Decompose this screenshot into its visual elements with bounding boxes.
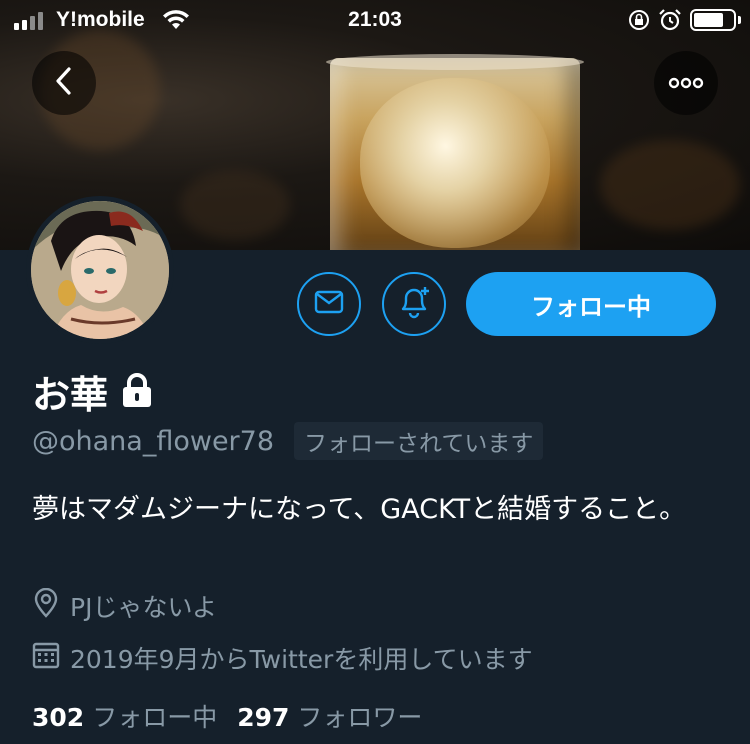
- followers-label: フォロワー: [297, 703, 423, 732]
- following-label: フォロー中: [92, 703, 218, 732]
- more-button[interactable]: [654, 51, 718, 115]
- notifications-button[interactable]: [382, 272, 446, 336]
- rotation-lock-icon: [628, 9, 650, 35]
- chevron-left-icon: [54, 66, 74, 100]
- battery-cap: [738, 16, 741, 24]
- name-row: お華: [32, 364, 154, 419]
- location-pin-icon: [32, 587, 60, 624]
- bio: 夢はマダムジーナになって、GACKTと結婚すること。: [32, 494, 687, 525]
- avatar[interactable]: [26, 196, 174, 344]
- more-horizontal-icon: [668, 74, 704, 93]
- ice-ball: [360, 78, 550, 248]
- back-button[interactable]: [32, 51, 96, 115]
- lock-icon: [120, 372, 154, 412]
- glass-rim: [326, 54, 584, 70]
- calendar-icon: [32, 641, 60, 675]
- battery-icon: [690, 9, 736, 31]
- bokeh-light: [180, 170, 290, 240]
- status-bar: Y!mobile 21:03: [0, 0, 750, 40]
- handle-row: @ohana_flower78 フォローされています: [32, 422, 544, 460]
- bokeh-light: [600, 140, 740, 230]
- bell-plus-icon: [397, 285, 431, 323]
- followers-count: 297: [237, 703, 290, 732]
- user-handle: @ohana_flower78: [32, 425, 275, 457]
- follow-counts: 302 フォロー中 297 フォロワー: [32, 698, 422, 734]
- location-row: PJじゃないよ: [32, 587, 217, 624]
- following-count-link[interactable]: 302 フォロー中: [32, 698, 217, 734]
- following-count: 302: [32, 703, 85, 732]
- joined-text: 2019年9月からTwitterを利用しています: [70, 645, 533, 674]
- display-name: お華: [32, 373, 109, 417]
- direct-message-button[interactable]: [297, 272, 361, 336]
- followers-count-link[interactable]: 297 フォロワー: [237, 698, 422, 734]
- location-text: PJじゃないよ: [70, 593, 217, 622]
- joined-row: 2019年9月からTwitterを利用しています: [32, 640, 533, 676]
- envelope-icon: [314, 290, 344, 318]
- following-button[interactable]: フォロー中: [466, 272, 716, 336]
- follows-you-badge: フォローされています: [294, 422, 544, 460]
- alarm-icon: [658, 8, 682, 36]
